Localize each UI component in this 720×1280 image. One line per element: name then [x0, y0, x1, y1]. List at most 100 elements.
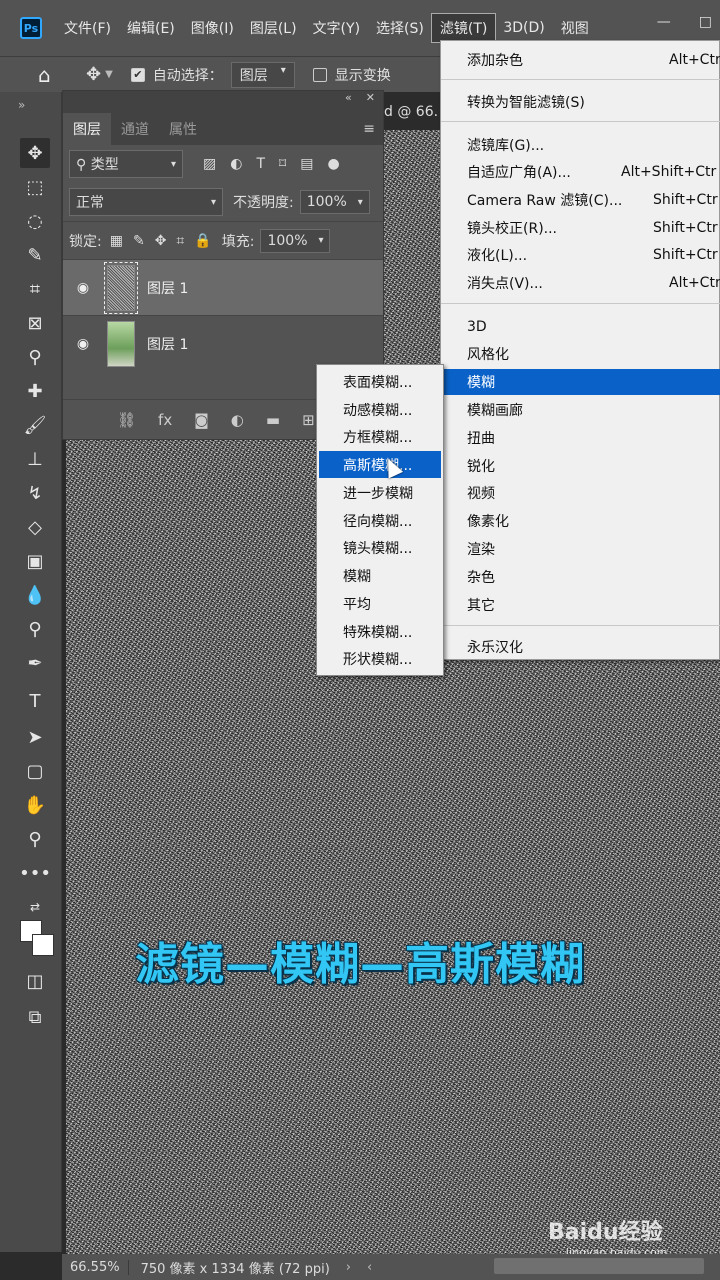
menu-item-convert-smart-filter[interactable]: 转换为智能滤镜(S) [441, 89, 720, 115]
lock-artboard-icon[interactable]: ⌗ [176, 233, 184, 249]
move-tool-icon[interactable]: ✥ [20, 138, 50, 168]
hand-tool-icon[interactable]: ✋ [20, 790, 50, 820]
rectangle-tool-icon[interactable]: ▢ [20, 756, 50, 786]
layer-filter-dropdown[interactable]: ⚲ 类型 ▾ [69, 150, 183, 178]
path-select-tool-icon[interactable]: ➤ [20, 722, 50, 752]
eye-icon[interactable]: ◉ [63, 280, 103, 296]
blend-mode-dropdown[interactable]: 正常 ▾ [69, 188, 223, 216]
auto-select-checkbox[interactable]: ✔ [130, 67, 145, 82]
menu-item-3d[interactable]: 3D [441, 314, 720, 340]
smart-object-filter-icon[interactable]: ▤ [300, 156, 313, 172]
chevron-right-icon[interactable]: › [346, 1260, 351, 1275]
shape-filter-icon[interactable]: ⌑ [279, 156, 286, 172]
menu-item-filter-gallery[interactable]: 滤镜库(G)... [441, 132, 720, 158]
adjustment-layer-icon[interactable]: ◐ [231, 411, 244, 429]
chevron-left-icon[interactable]: ‹ [367, 1260, 372, 1275]
menu-layer[interactable]: 图层(L) [242, 14, 305, 42]
layer-style-icon[interactable]: fx [158, 411, 172, 429]
layer-row[interactable]: ◉ 图层 1 [63, 315, 383, 371]
gradient-tool-icon[interactable]: ▣ [20, 546, 50, 576]
frame-tool-icon[interactable]: ⊠ [20, 308, 50, 338]
type-filter-icon[interactable]: T [256, 156, 265, 172]
menu-item-localization[interactable]: 永乐汉化 [441, 634, 720, 660]
opacity-field[interactable]: 100% ▾ [299, 190, 370, 214]
dodge-tool-icon[interactable]: ⚲ [20, 614, 50, 644]
menu-type[interactable]: 文字(Y) [305, 14, 368, 42]
menu-item-render[interactable]: 渲染 [441, 536, 720, 562]
pen-tool-icon[interactable]: ✒ [20, 648, 50, 678]
minimize-button[interactable]: — [657, 14, 671, 30]
new-layer-icon[interactable]: ⊞ [302, 411, 315, 429]
lasso-tool-icon[interactable]: ◌ [20, 206, 50, 236]
tab-layers[interactable]: 图层 [63, 113, 111, 145]
menu-3d[interactable]: 3D(D) [495, 16, 552, 40]
submenu-item-motion-blur[interactable]: 动感模糊... [319, 396, 441, 423]
collapse-icon[interactable]: « [345, 91, 352, 109]
submenu-item-blur-more[interactable]: 进一步模糊 [319, 479, 441, 506]
panel-collapse-icon[interactable]: » [0, 92, 61, 116]
menu-view[interactable]: 视图 [553, 14, 597, 42]
menu-item-vanishing-point[interactable]: 消失点(V)... Alt+Ctr [441, 270, 720, 296]
document-tab[interactable]: d @ 66. [384, 104, 438, 120]
history-brush-tool-icon[interactable]: ↯ [20, 478, 50, 508]
submenu-item-radial-blur[interactable]: 径向模糊... [319, 507, 441, 534]
menu-item-stylize[interactable]: 风格化 [441, 341, 720, 367]
menu-item-blur-gallery[interactable]: 模糊画廊 [441, 397, 720, 423]
menu-item-adaptive-wide-angle[interactable]: 自适应广角(A)... Alt+Shift+Ctr [441, 159, 720, 185]
menu-item-add-noise[interactable]: 添加杂色 Alt+Ctr [441, 47, 720, 73]
lock-position-icon[interactable]: ✥ [155, 233, 167, 249]
crop-tool-icon[interactable]: ⌗ [20, 274, 50, 304]
lock-transparent-icon[interactable]: ▦ [110, 233, 123, 249]
close-icon[interactable]: ✕ [366, 91, 375, 109]
brush-tool-icon[interactable]: 🖌 [20, 410, 50, 440]
tab-properties[interactable]: 属性 [159, 113, 207, 145]
zoom-tool-icon[interactable]: ⚲ [20, 824, 50, 854]
menu-item-camera-raw[interactable]: Camera Raw 滤镜(C)... Shift+Ctr [441, 187, 720, 213]
fill-field[interactable]: 100% ▾ [260, 228, 331, 253]
submenu-item-box-blur[interactable]: 方框模糊... [319, 423, 441, 450]
marquee-tool-icon[interactable]: ⬚ [20, 172, 50, 202]
lock-all-icon[interactable]: 🔒 [194, 233, 211, 249]
filter-toggle-icon[interactable]: ● [327, 156, 339, 172]
image-filter-icon[interactable]: ▨ [203, 156, 216, 172]
more-tools-icon[interactable]: ••• [19, 858, 51, 888]
submenu-item-shape-blur[interactable]: 形状模糊... [319, 645, 441, 672]
menu-filter[interactable]: 滤镜(T) [430, 13, 497, 43]
stamp-tool-icon[interactable]: ⊥ [20, 444, 50, 474]
adjustment-filter-icon[interactable]: ◐ [230, 156, 242, 172]
menu-item-other[interactable]: 其它 [441, 592, 720, 618]
menu-item-liquify[interactable]: 液化(L)... Shift+Ctr [441, 242, 720, 268]
screen-mode-icon[interactable]: ⧉ [20, 1002, 50, 1032]
submenu-item-gaussian-blur[interactable]: 高斯模糊... [319, 451, 441, 478]
move-tool-icon[interactable]: ✥ [86, 64, 101, 85]
maximize-button[interactable]: □ [699, 14, 712, 30]
zoom-level[interactable]: 66.55% [62, 1259, 129, 1275]
healing-brush-tool-icon[interactable]: ✚ [20, 376, 50, 406]
menu-item-distort[interactable]: 扭曲 [441, 425, 720, 451]
menu-item-video[interactable]: 视频 [441, 480, 720, 506]
auto-select-dropdown[interactable]: 图层 ▾ [230, 61, 295, 88]
blur-tool-icon[interactable]: 💧 [20, 580, 50, 610]
tab-channels[interactable]: 通道 [111, 113, 159, 145]
submenu-item-blur[interactable]: 模糊 [319, 562, 441, 589]
menu-select[interactable]: 选择(S) [368, 14, 432, 42]
eye-icon[interactable]: ◉ [63, 336, 103, 352]
submenu-item-lens-blur[interactable]: 镜头模糊... [319, 534, 441, 561]
eyedropper-tool-icon[interactable]: ⚲ [20, 342, 50, 372]
quick-select-tool-icon[interactable]: ✎ [20, 240, 50, 270]
panel-menu-icon[interactable]: ≡ [355, 121, 383, 145]
show-transform-checkbox[interactable] [312, 67, 327, 82]
menu-item-blur[interactable]: 模糊 [441, 369, 720, 395]
swap-colors-icon[interactable]: ⇄ [20, 892, 50, 922]
link-layers-icon[interactable]: ⛓ [117, 411, 136, 429]
menu-item-noise[interactable]: 杂色 [441, 564, 720, 590]
eraser-tool-icon[interactable]: ◇ [20, 512, 50, 542]
submenu-item-average[interactable]: 平均 [319, 590, 441, 617]
submenu-item-smart-blur[interactable]: 特殊模糊... [319, 618, 441, 645]
layer-mask-icon[interactable]: ◙ [194, 411, 209, 429]
chevron-down-icon[interactable]: ▼ [105, 69, 113, 80]
menu-file[interactable]: 文件(F) [56, 14, 119, 42]
menu-item-sharpen[interactable]: 锐化 [441, 453, 720, 479]
submenu-item-surface-blur[interactable]: 表面模糊... [319, 368, 441, 395]
lock-image-icon[interactable]: ✎ [133, 233, 145, 249]
